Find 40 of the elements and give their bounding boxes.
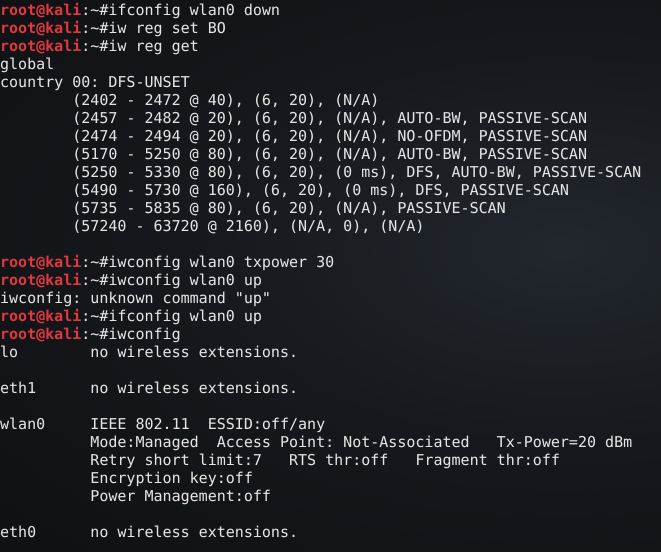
prompt-path: :~# <box>81 1 108 19</box>
output-text: wlan0 IEEE 802.11 ESSID:off/any <box>0 415 326 433</box>
output-text: iwconfig: unknown command "up" <box>0 289 271 307</box>
output-text: (2457 - 2482 @ 20), (6, 20), (N/A), AUTO-BW, PASSIVE-SCAN <box>72 109 587 127</box>
prompt-user: root@kali <box>0 271 82 289</box>
command-text: iwconfig <box>108 325 181 343</box>
prompt-user: root@kali <box>0 19 82 37</box>
command-text: iw reg set BO <box>108 19 226 37</box>
prompt-user: root@kali <box>0 37 82 55</box>
output-text: country 00: DFS-UNSET <box>0 73 190 91</box>
prompt-path: :~# <box>81 37 108 55</box>
output-text: (5250 - 5330 @ 80), (6, 20), (0 ms), DFS, AUTO-BW, PASSIVE-SCAN <box>72 163 642 181</box>
output-text: eth0 no wireless extensions. <box>0 523 298 541</box>
prompt-path: :~# <box>81 271 108 289</box>
prompt-user: root@kali <box>0 1 82 19</box>
prompt-user: root@kali <box>0 253 82 271</box>
prompt-path: :~# <box>81 307 108 325</box>
command-text: ifconfig wlan0 down <box>108 1 280 19</box>
prompt-path: :~# <box>81 325 108 343</box>
output-text: (5170 - 5250 @ 80), (6, 20), (N/A), AUTO-BW, PASSIVE-SCAN <box>72 145 587 163</box>
command-text: ifconfig wlan0 up <box>108 307 262 325</box>
command-text: iw reg get <box>108 37 199 55</box>
command-text: iwconfig wlan0 txpower 30 <box>108 253 334 271</box>
output-text: (2402 - 2472 @ 40), (6, 20), (N/A) <box>72 91 380 109</box>
output-text: (57240 - 63720 @ 2160), (N/A, 0), (N/A) <box>72 217 424 235</box>
prompt-user: root@kali <box>0 307 82 325</box>
output-text: Power Management:off <box>90 487 271 505</box>
output-text: Mode:Managed Access Point: Not-Associated Tx-Power=20 dBm <box>90 433 632 451</box>
output-text: eth1 no wireless extensions. <box>0 379 298 397</box>
output-text: global <box>0 55 54 73</box>
command-text: iwconfig wlan0 up <box>108 271 262 289</box>
output-text: lo no wireless extensions. <box>0 343 298 361</box>
output-text: Retry short limit:7 RTS thr:off Fragment thr:off <box>90 451 560 469</box>
output-text: Encryption key:off <box>90 469 253 487</box>
prompt-user: root@kali <box>0 325 82 343</box>
output-text: (5735 - 5835 @ 80), (6, 20), (N/A), PASSIVE-SCAN <box>72 199 506 217</box>
prompt-path: :~# <box>81 19 108 37</box>
output-text: (2474 - 2494 @ 20), (6, 20), (N/A), NO-OFDM, PASSIVE-SCAN <box>72 127 587 145</box>
output-text: (5490 - 5730 @ 160), (6, 20), (0 ms), DFS, PASSIVE-SCAN <box>72 181 569 199</box>
prompt-path: :~# <box>81 253 108 271</box>
